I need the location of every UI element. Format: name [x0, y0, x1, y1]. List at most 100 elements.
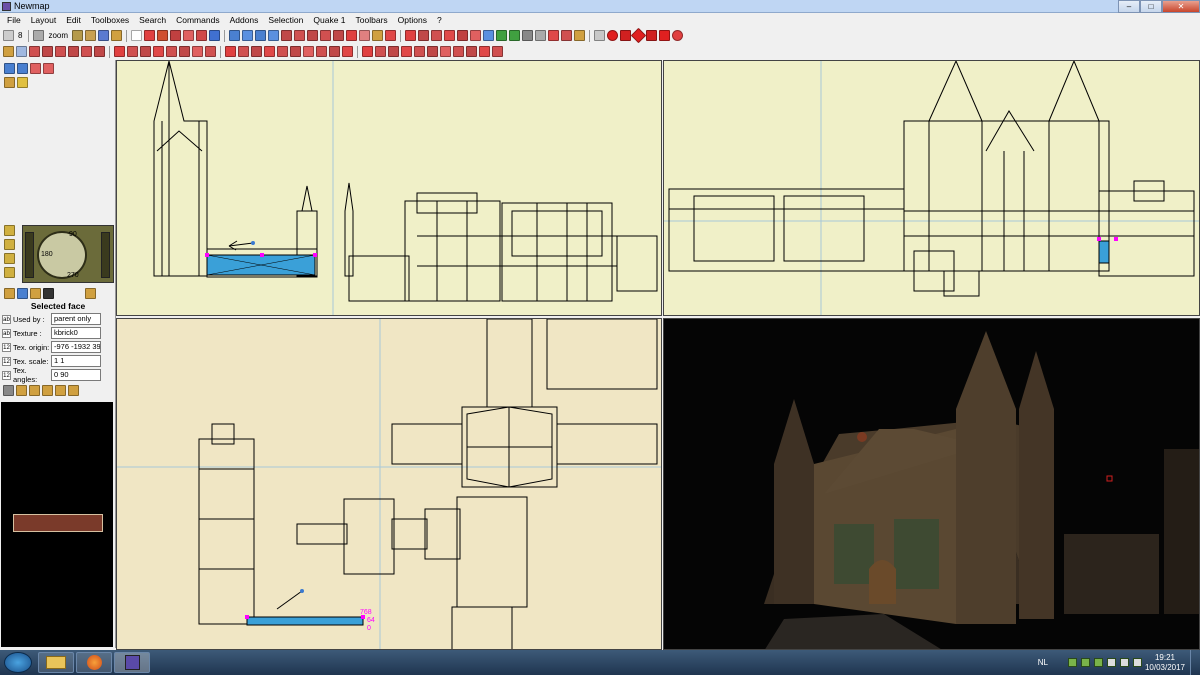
entity-icon[interactable] [431, 30, 443, 41]
volume-icon[interactable] [1133, 658, 1142, 667]
polygon-icon[interactable] [346, 30, 358, 41]
entity-icon[interactable] [405, 30, 417, 41]
cylinder-icon[interactable] [646, 30, 658, 41]
zoom-label[interactable]: zoom [48, 30, 68, 42]
light-icon[interactable] [17, 77, 28, 88]
quark-taskbar-icon[interactable] [114, 652, 150, 673]
select-icon[interactable] [16, 46, 27, 57]
entity-icon[interactable] [205, 46, 216, 57]
cube-icon[interactable] [4, 77, 15, 88]
texture-tool-icon[interactable] [16, 385, 27, 396]
hand-icon[interactable] [535, 30, 547, 41]
flag-icon[interactable] [1107, 658, 1116, 667]
entity-icon[interactable] [329, 46, 340, 57]
grid-size-value[interactable]: 8 [18, 30, 22, 42]
entity-icon[interactable] [457, 30, 469, 41]
menu-options[interactable]: Options [393, 14, 432, 27]
windows-explorer-icon[interactable] [38, 652, 74, 673]
firefox-icon[interactable] [76, 652, 112, 673]
move-icon[interactable] [242, 30, 254, 41]
brush-icon[interactable] [68, 46, 79, 57]
map-view-side[interactable] [663, 60, 1200, 316]
minimize-button[interactable]: – [1118, 0, 1140, 13]
entity-icon[interactable] [466, 46, 477, 57]
cube-icon[interactable] [209, 30, 221, 41]
show-desktop-button[interactable] [1190, 650, 1200, 675]
entity-icon[interactable] [342, 46, 353, 57]
texture-tool-icon[interactable] [29, 385, 40, 396]
entity-icon[interactable] [453, 46, 464, 57]
brush-icon[interactable] [548, 30, 560, 41]
pen-icon[interactable] [359, 30, 371, 41]
cube-icon[interactable] [574, 30, 586, 41]
map-view-top[interactable] [116, 60, 662, 316]
tray-icon[interactable] [1094, 658, 1103, 667]
menu-layout[interactable]: Layout [26, 14, 62, 27]
brush-icon[interactable] [561, 30, 573, 41]
menu-file[interactable]: File [2, 14, 26, 27]
map-view-3d[interactable] [663, 318, 1200, 650]
brush-icon[interactable] [157, 30, 169, 41]
entity-icon[interactable] [509, 30, 521, 41]
brush-icon[interactable] [170, 30, 182, 41]
rotate-icon[interactable] [4, 253, 15, 264]
entity-icon[interactable] [166, 46, 177, 57]
menu-commands[interactable]: Commands [171, 14, 224, 27]
map-view-plan[interactable]: 768 64 0 [116, 318, 662, 650]
texture-icon[interactable] [17, 288, 28, 299]
pitch-slider[interactable] [25, 232, 34, 278]
entity-icon[interactable] [192, 46, 203, 57]
new-entity-icon[interactable] [43, 63, 54, 74]
entity-icon[interactable] [238, 46, 249, 57]
polygon-icon[interactable] [307, 30, 319, 41]
language-indicator[interactable]: NL [1038, 658, 1048, 667]
entity-icon[interactable] [492, 46, 503, 57]
binoculars-icon[interactable] [522, 30, 534, 41]
entity-icon[interactable] [496, 30, 508, 41]
entity-icon[interactable] [483, 30, 495, 41]
network-icon[interactable] [1120, 658, 1129, 667]
entity-icon[interactable] [388, 46, 399, 57]
tray-icon[interactable] [1068, 658, 1077, 667]
maximize-button[interactable]: □ [1140, 0, 1162, 13]
entity-icon[interactable] [418, 30, 430, 41]
entity-icon[interactable] [140, 46, 151, 57]
texture-dropdown[interactable]: kbrick0 [51, 327, 101, 339]
angle-compass[interactable]: 90 180 270 [22, 225, 114, 283]
view-icon[interactable] [98, 30, 110, 41]
tex-angles-field[interactable]: 0 90 [51, 369, 101, 381]
brush-icon[interactable] [196, 30, 208, 41]
brush-icon[interactable] [55, 46, 66, 57]
entity-icon[interactable] [427, 46, 438, 57]
texture-tool-icon[interactable] [55, 385, 66, 396]
cube-icon[interactable] [3, 46, 14, 57]
menu-selection[interactable]: Selection [263, 14, 308, 27]
page-icon[interactable] [594, 30, 606, 41]
entity-icon[interactable] [362, 46, 373, 57]
entity-icon[interactable] [153, 46, 164, 57]
view-icon[interactable] [72, 30, 84, 41]
entity-icon[interactable] [414, 46, 425, 57]
used-by-field[interactable]: parent only [51, 313, 101, 325]
3d-icon[interactable] [43, 288, 54, 299]
cube-icon[interactable] [372, 30, 384, 41]
menu-toolbars[interactable]: Toolbars [351, 14, 393, 27]
cube-icon[interactable] [85, 288, 96, 299]
entity-icon[interactable] [444, 30, 456, 41]
entity-icon[interactable] [316, 46, 327, 57]
polygon-icon[interactable] [281, 30, 293, 41]
brush-icon[interactable] [42, 46, 53, 57]
zoom-icon[interactable] [33, 30, 45, 41]
cube-icon[interactable] [111, 30, 123, 41]
new-entity-icon[interactable] [30, 63, 41, 74]
tray-icon[interactable] [1081, 658, 1090, 667]
entity-icon[interactable] [401, 46, 412, 57]
brush-icon[interactable] [81, 46, 92, 57]
cube-icon[interactable] [30, 288, 41, 299]
entity-icon[interactable] [264, 46, 275, 57]
entity-icon[interactable] [127, 46, 138, 57]
menu-toolboxes[interactable]: Toolboxes [86, 14, 134, 27]
pyramid-icon[interactable] [620, 30, 632, 41]
brush-icon[interactable] [94, 46, 105, 57]
entity-icon[interactable] [375, 46, 386, 57]
